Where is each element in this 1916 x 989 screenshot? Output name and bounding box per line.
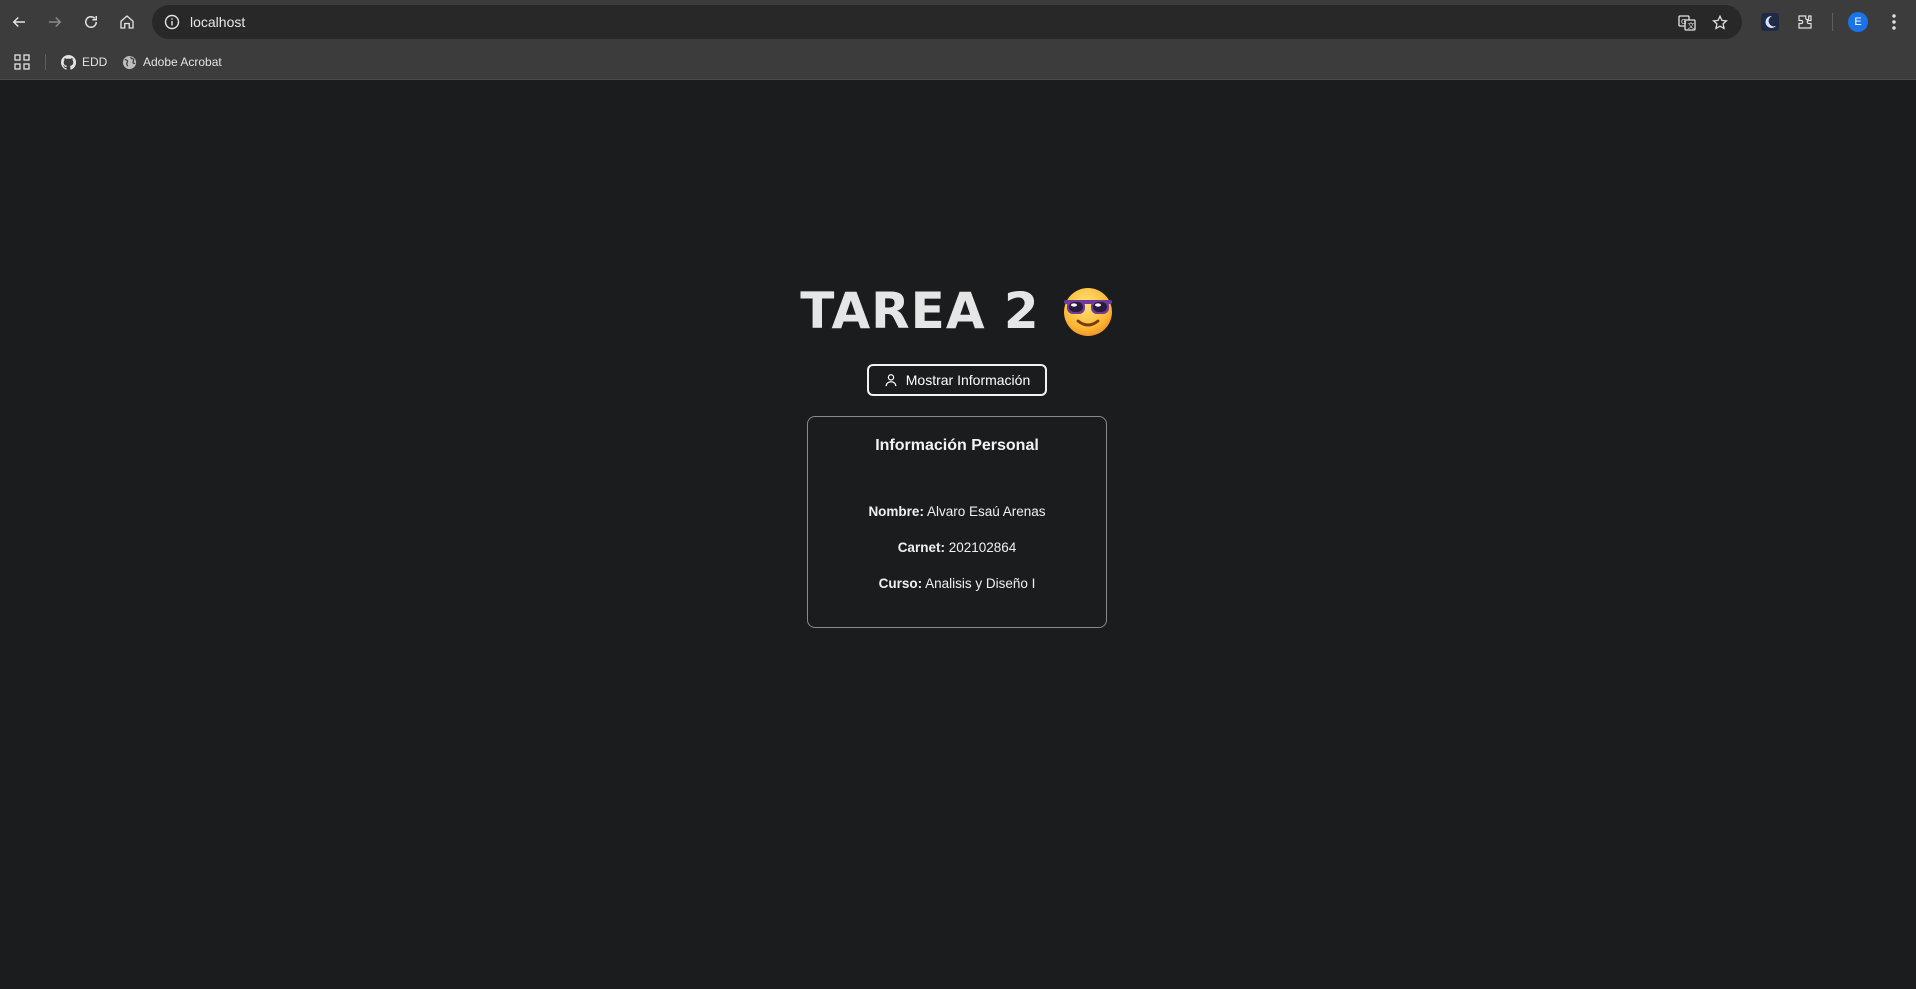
extensions-icon[interactable] [1792,9,1818,35]
bookmark-star-icon[interactable] [1709,12,1731,34]
address-bar[interactable]: localhost G文 [152,5,1742,39]
svg-text:G: G [1681,18,1686,26]
info-value: Analisis y Diseño I [925,576,1036,591]
info-value: 202102864 [948,540,1017,555]
reload-icon [85,16,97,28]
site-info-icon[interactable] [160,10,184,34]
show-info-button[interactable]: Mostrar Información [867,364,1047,396]
info-label: Carnet: [897,540,945,555]
github-icon [61,54,76,70]
dark-mode-extension-icon[interactable] [1757,9,1783,35]
arrow-right-icon [49,16,62,28]
svg-text:文: 文 [1688,21,1695,30]
bookmark-label: EDD [82,55,108,69]
bookmarks-divider [45,54,46,70]
info-label: Curso: [878,576,923,591]
bookmark-edd[interactable]: EDD [61,52,107,72]
profile-initial: E [1848,12,1868,32]
globe-icon [122,55,137,69]
arrow-left-icon [12,16,25,28]
home-icon [120,15,134,29]
personal-info-card: Información Personal Nombre: Alvaro Esaú… [807,416,1107,628]
apps-grid-icon[interactable] [14,52,36,72]
back-button[interactable] [4,7,34,37]
smiling-face-with-sunglasses-icon [1063,288,1112,336]
bookmark-label: Adobe Acrobat [143,55,222,69]
info-value: Alvaro Esaú Arenas [926,504,1046,519]
card-title: Información Personal [875,437,1039,454]
profile-avatar[interactable]: E [1845,9,1871,35]
home-button[interactable] [112,7,142,37]
page-title: TAREA 2 [800,282,1040,340]
show-info-label: Mostrar Información [905,372,1031,388]
user-icon [885,374,897,387]
url-text[interactable]: localhost [190,14,245,30]
info-label: Nombre: [868,504,924,519]
reload-button[interactable] [76,7,106,37]
info-row-course: Curso: Analisis y Diseño I [808,566,1106,602]
page-header: TAREA 2 [0,282,1916,340]
bookmark-adobe-acrobat[interactable]: Adobe Acrobat [122,52,222,72]
info-row-carnet: Carnet: 202102864 [808,530,1106,566]
bookmarks-bar: EDD Adobe Acrobat [0,44,1916,80]
menu-kebab-icon[interactable] [1881,9,1907,35]
toolbar-divider [1832,13,1833,31]
browser-toolbar: localhost G文 E [0,0,1916,44]
info-row-name: Nombre: Alvaro Esaú Arenas [808,494,1106,530]
forward-button[interactable] [40,7,70,37]
translate-icon[interactable]: G文 [1676,12,1698,34]
